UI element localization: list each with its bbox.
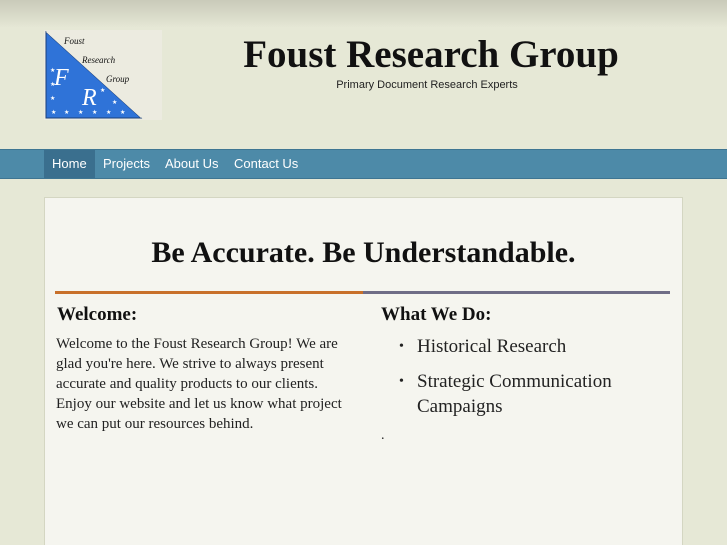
svg-text:★: ★ — [100, 87, 105, 94]
welcome-heading: Welcome: — [57, 304, 138, 325]
services-list: • Historical Research • Strategic Communic… — [399, 334, 659, 429]
list-item: • Historical Research — [399, 334, 659, 359]
divider-right — [363, 291, 670, 294]
svg-text:★: ★ — [64, 109, 69, 116]
site-tagline: Primary Document Research Experts — [336, 79, 518, 91]
divider-left — [55, 291, 363, 294]
content-panel: Be Accurate. Be Understandable. Welcome:… — [44, 197, 683, 545]
logo-word-foust: Foust — [63, 36, 85, 46]
logo-letter-f: F — [53, 65, 69, 91]
service-label: Strategic Communication Campaigns — [417, 371, 612, 417]
nav-home[interactable]: Home — [44, 150, 95, 178]
nav-about-us[interactable]: About Us — [157, 150, 226, 178]
top-shade — [0, 0, 727, 28]
bullet-icon: • — [399, 339, 404, 354]
site-header: ★ ★ ★ ★ ★ ★ ★ ★ ★ ★ ★ F R Foust Research Group … — [0, 28, 727, 149]
svg-text:★: ★ — [112, 99, 117, 106]
welcome-text: Welcome to the Foust Research Group! We … — [56, 336, 342, 432]
logo-word-group: Group — [106, 74, 130, 84]
service-label: Historical Research — [417, 336, 567, 357]
page-headline: Be Accurate. Be Understandable. — [151, 236, 576, 269]
logo-letter-r: R — [81, 85, 97, 111]
site-logo[interactable]: ★ ★ ★ ★ ★ ★ ★ ★ ★ ★ ★ F R Foust Research Group — [44, 30, 162, 120]
svg-text:★: ★ — [120, 109, 125, 116]
what-we-do-heading: What We Do: — [381, 304, 492, 325]
svg-text:★: ★ — [51, 109, 56, 116]
logo-graphic: ★★★ ★ ★ ★ ★ ★ ★ ★★ F R Foust Research Group — [45, 30, 143, 119]
nav-projects[interactable]: Projects — [95, 150, 158, 178]
nav-contact-us[interactable]: Contact Us — [226, 150, 306, 178]
main-nav: Home Projects About Us Contact Us — [0, 149, 727, 179]
site-title: Foust Research Group — [243, 33, 619, 76]
bullet-icon: • — [399, 374, 404, 389]
svg-text:★: ★ — [50, 95, 55, 102]
svg-text:★: ★ — [106, 109, 111, 116]
logo-word-research: Research — [81, 55, 116, 65]
trailing-period: . — [381, 428, 385, 443]
list-item: • Strategic Communication Campaigns — [399, 369, 659, 419]
